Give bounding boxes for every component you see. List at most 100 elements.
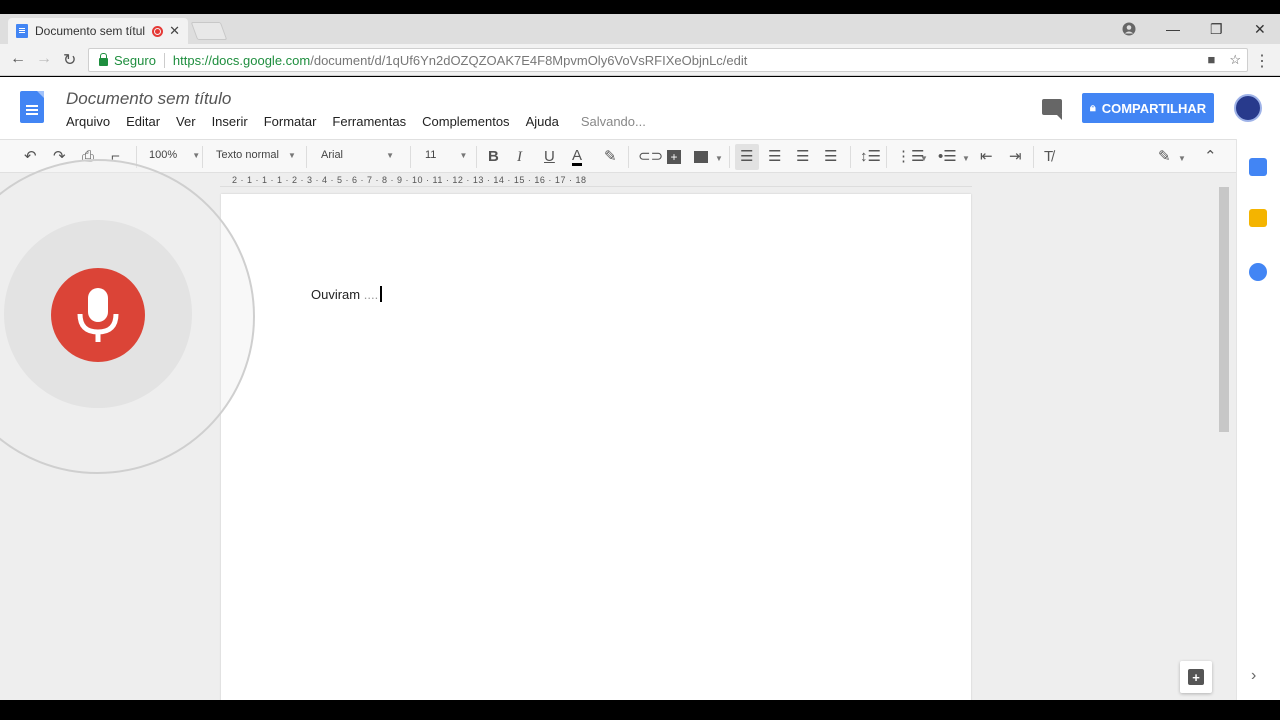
justify-icon[interactable]: ☰ xyxy=(824,148,837,166)
increase-indent-icon[interactable]: ⇥ xyxy=(1009,148,1022,166)
line-spacing-icon[interactable]: ↕☰ xyxy=(860,148,881,166)
align-center-icon[interactable]: ☰ xyxy=(768,148,781,166)
font-value: Arial xyxy=(321,149,344,161)
letterbox-bottom xyxy=(0,700,1280,720)
docs-header: Documento sem título Arquivo Editar Ver … xyxy=(0,77,1280,139)
toolbar-divider xyxy=(886,146,887,168)
document-body[interactable]: Ouviram .... xyxy=(311,286,383,302)
avatar[interactable] xyxy=(1234,94,1262,122)
reload-button[interactable]: ↻ xyxy=(63,50,76,70)
toolbar-divider xyxy=(476,146,477,168)
clear-formatting-icon[interactable]: T̸ xyxy=(1044,148,1053,166)
share-label: COMPARTILHAR xyxy=(1101,100,1207,116)
undo-icon[interactable]: ↶ xyxy=(24,148,37,166)
tab-close-button[interactable]: ✕ xyxy=(169,23,180,39)
docs-logo-icon[interactable] xyxy=(20,91,44,123)
new-tab-button[interactable] xyxy=(190,22,228,40)
chevron-down-icon: ▼ xyxy=(386,151,394,160)
browser-tab[interactable]: Documento sem títul ✕ xyxy=(8,18,188,44)
align-left-icon[interactable]: ☰ xyxy=(740,148,753,166)
zoom-value: 100% xyxy=(149,149,178,161)
editing-mode-icon[interactable]: ✎ xyxy=(1158,148,1171,166)
tab-title: Documento sem títul xyxy=(35,24,146,38)
menu-editar[interactable]: Editar xyxy=(126,114,160,129)
zoom-select[interactable]: 100% ▼ xyxy=(149,149,200,161)
style-value: Texto normal xyxy=(216,149,279,161)
browser-menu-icon[interactable]: ⋮ xyxy=(1254,51,1270,71)
camera-icon[interactable]: ■ xyxy=(1207,52,1215,68)
toolbar-divider xyxy=(202,146,203,168)
decrease-indent-icon[interactable]: ⇤ xyxy=(980,148,993,166)
toolbar-divider xyxy=(1033,146,1034,168)
menu-arquivo[interactable]: Arquivo xyxy=(66,114,110,129)
tasks-icon[interactable] xyxy=(1249,263,1267,281)
menu-ajuda[interactable]: Ajuda xyxy=(526,114,559,129)
share-button[interactable]: 🔒︎ COMPARTILHAR xyxy=(1082,93,1214,123)
voice-typing-button[interactable] xyxy=(51,268,145,362)
formatting-toolbar: ↶ ↷ ⎙ ⌐ 100% ▼ Texto normal ▼ Arial ▼ 11… xyxy=(0,139,1280,173)
chevron-down-icon[interactable]: ▼ xyxy=(1178,150,1186,168)
toolbar-divider xyxy=(628,146,629,168)
profile-icon[interactable] xyxy=(1122,14,1136,44)
chevron-down-icon: ▼ xyxy=(459,151,468,160)
docs-favicon-icon xyxy=(16,24,28,38)
toolbar-divider xyxy=(729,146,730,168)
toolbar-divider xyxy=(850,146,851,168)
style-select[interactable]: Texto normal ▼ xyxy=(216,149,296,161)
menu-ferramentas[interactable]: Ferramentas xyxy=(332,114,406,129)
calendar-icon[interactable] xyxy=(1249,158,1267,176)
microphone-icon xyxy=(77,288,119,342)
listening-indicator: .... xyxy=(363,287,379,302)
document-page[interactable]: Ouviram .... xyxy=(221,194,971,704)
lock-icon xyxy=(99,53,108,66)
address-bar-row: ← → ↻ Seguro https://docs.google.com /do… xyxy=(0,44,1280,76)
chevron-down-icon[interactable]: ▼ xyxy=(715,150,723,168)
lock-icon: 🔒︎ xyxy=(1089,101,1096,114)
url-host: https://docs.google.com xyxy=(172,52,311,68)
bulleted-list-icon[interactable]: •☰ xyxy=(938,148,957,166)
chevron-down-icon: ▼ xyxy=(288,151,296,160)
text-color-icon[interactable]: A xyxy=(572,148,583,166)
collapse-menu-icon[interactable]: ⌃ xyxy=(1204,148,1217,166)
bold-icon[interactable]: B xyxy=(488,148,499,166)
bookmark-star-icon[interactable]: ☆ xyxy=(1229,52,1241,68)
menu-ver[interactable]: Ver xyxy=(176,114,196,129)
menu-formatar[interactable]: Formatar xyxy=(264,114,317,129)
highlight-icon[interactable]: ✎ xyxy=(604,148,617,166)
text-cursor xyxy=(380,286,383,302)
toolbar-divider xyxy=(306,146,307,168)
forward-button[interactable]: → xyxy=(36,50,52,68)
underline-icon[interactable]: U xyxy=(544,148,555,166)
menu-inserir[interactable]: Inserir xyxy=(212,114,248,129)
link-icon[interactable]: ⊂⊃ xyxy=(638,148,663,166)
expand-panel-icon[interactable]: › xyxy=(1251,667,1256,685)
horizontal-ruler[interactable]: 2 · 1 · 1 · 1 · 2 · 3 · 4 · 5 · 6 · 7 · … xyxy=(220,173,972,187)
insert-comment-icon[interactable]: + xyxy=(667,150,681,164)
maximize-button[interactable]: ❐ xyxy=(1210,14,1223,44)
minimize-button[interactable]: — xyxy=(1166,14,1180,44)
side-panel: › xyxy=(1236,139,1280,700)
window-close-button[interactable]: ✕ xyxy=(1254,14,1266,44)
browser-tab-strip: Documento sem títul ✕ — ❐ ✕ xyxy=(0,14,1280,44)
menu-complementos[interactable]: Complementos xyxy=(422,114,509,129)
image-icon[interactable] xyxy=(694,151,708,163)
menu-bar: Arquivo Editar Ver Inserir Formatar Ferr… xyxy=(66,114,646,129)
url-input[interactable]: Seguro https://docs.google.com /document… xyxy=(88,48,1248,72)
document-title[interactable]: Documento sem título xyxy=(66,89,231,109)
comments-icon[interactable] xyxy=(1042,99,1062,120)
screen: Documento sem títul ✕ — ❐ ✕ ← → ↻ Seguro… xyxy=(0,0,1280,720)
vertical-scrollbar[interactable] xyxy=(1219,187,1229,432)
font-size-select[interactable]: 11 ▼ xyxy=(425,149,467,161)
recording-icon xyxy=(152,25,164,37)
url-path: /document/d/1qUf6Yn2dOZQZOAK7E4F8MpvmOly… xyxy=(310,52,748,68)
align-right-icon[interactable]: ☰ xyxy=(796,148,809,166)
italic-icon[interactable]: I xyxy=(517,148,522,166)
back-button[interactable]: ← xyxy=(10,50,26,68)
font-select[interactable]: Arial ▼ xyxy=(321,149,394,161)
explore-button[interactable] xyxy=(1180,661,1212,693)
chevron-down-icon[interactable]: ▼ xyxy=(962,150,970,168)
chevron-down-icon[interactable]: ▼ xyxy=(920,150,928,168)
chevron-down-icon: ▼ xyxy=(192,151,201,160)
secure-label: Seguro xyxy=(114,52,165,68)
keep-icon[interactable] xyxy=(1249,209,1267,227)
